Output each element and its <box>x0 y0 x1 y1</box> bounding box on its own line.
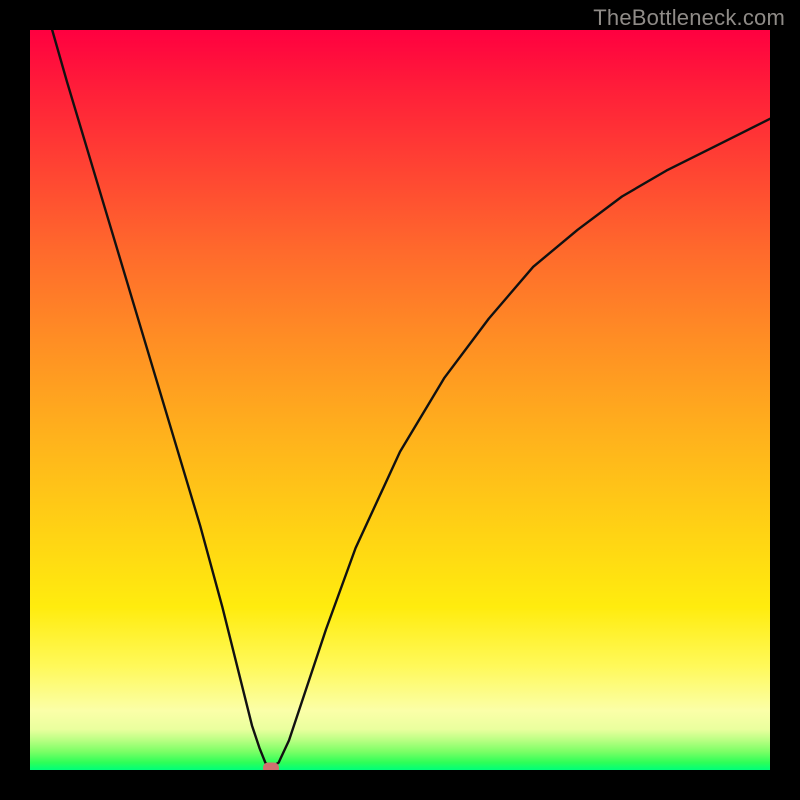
curve-svg <box>30 30 770 770</box>
chart-canvas: TheBottleneck.com <box>0 0 800 800</box>
attribution-text: TheBottleneck.com <box>593 5 785 31</box>
bottleneck-curve <box>52 30 770 768</box>
minimum-marker <box>263 762 279 770</box>
plot-area <box>30 30 770 770</box>
